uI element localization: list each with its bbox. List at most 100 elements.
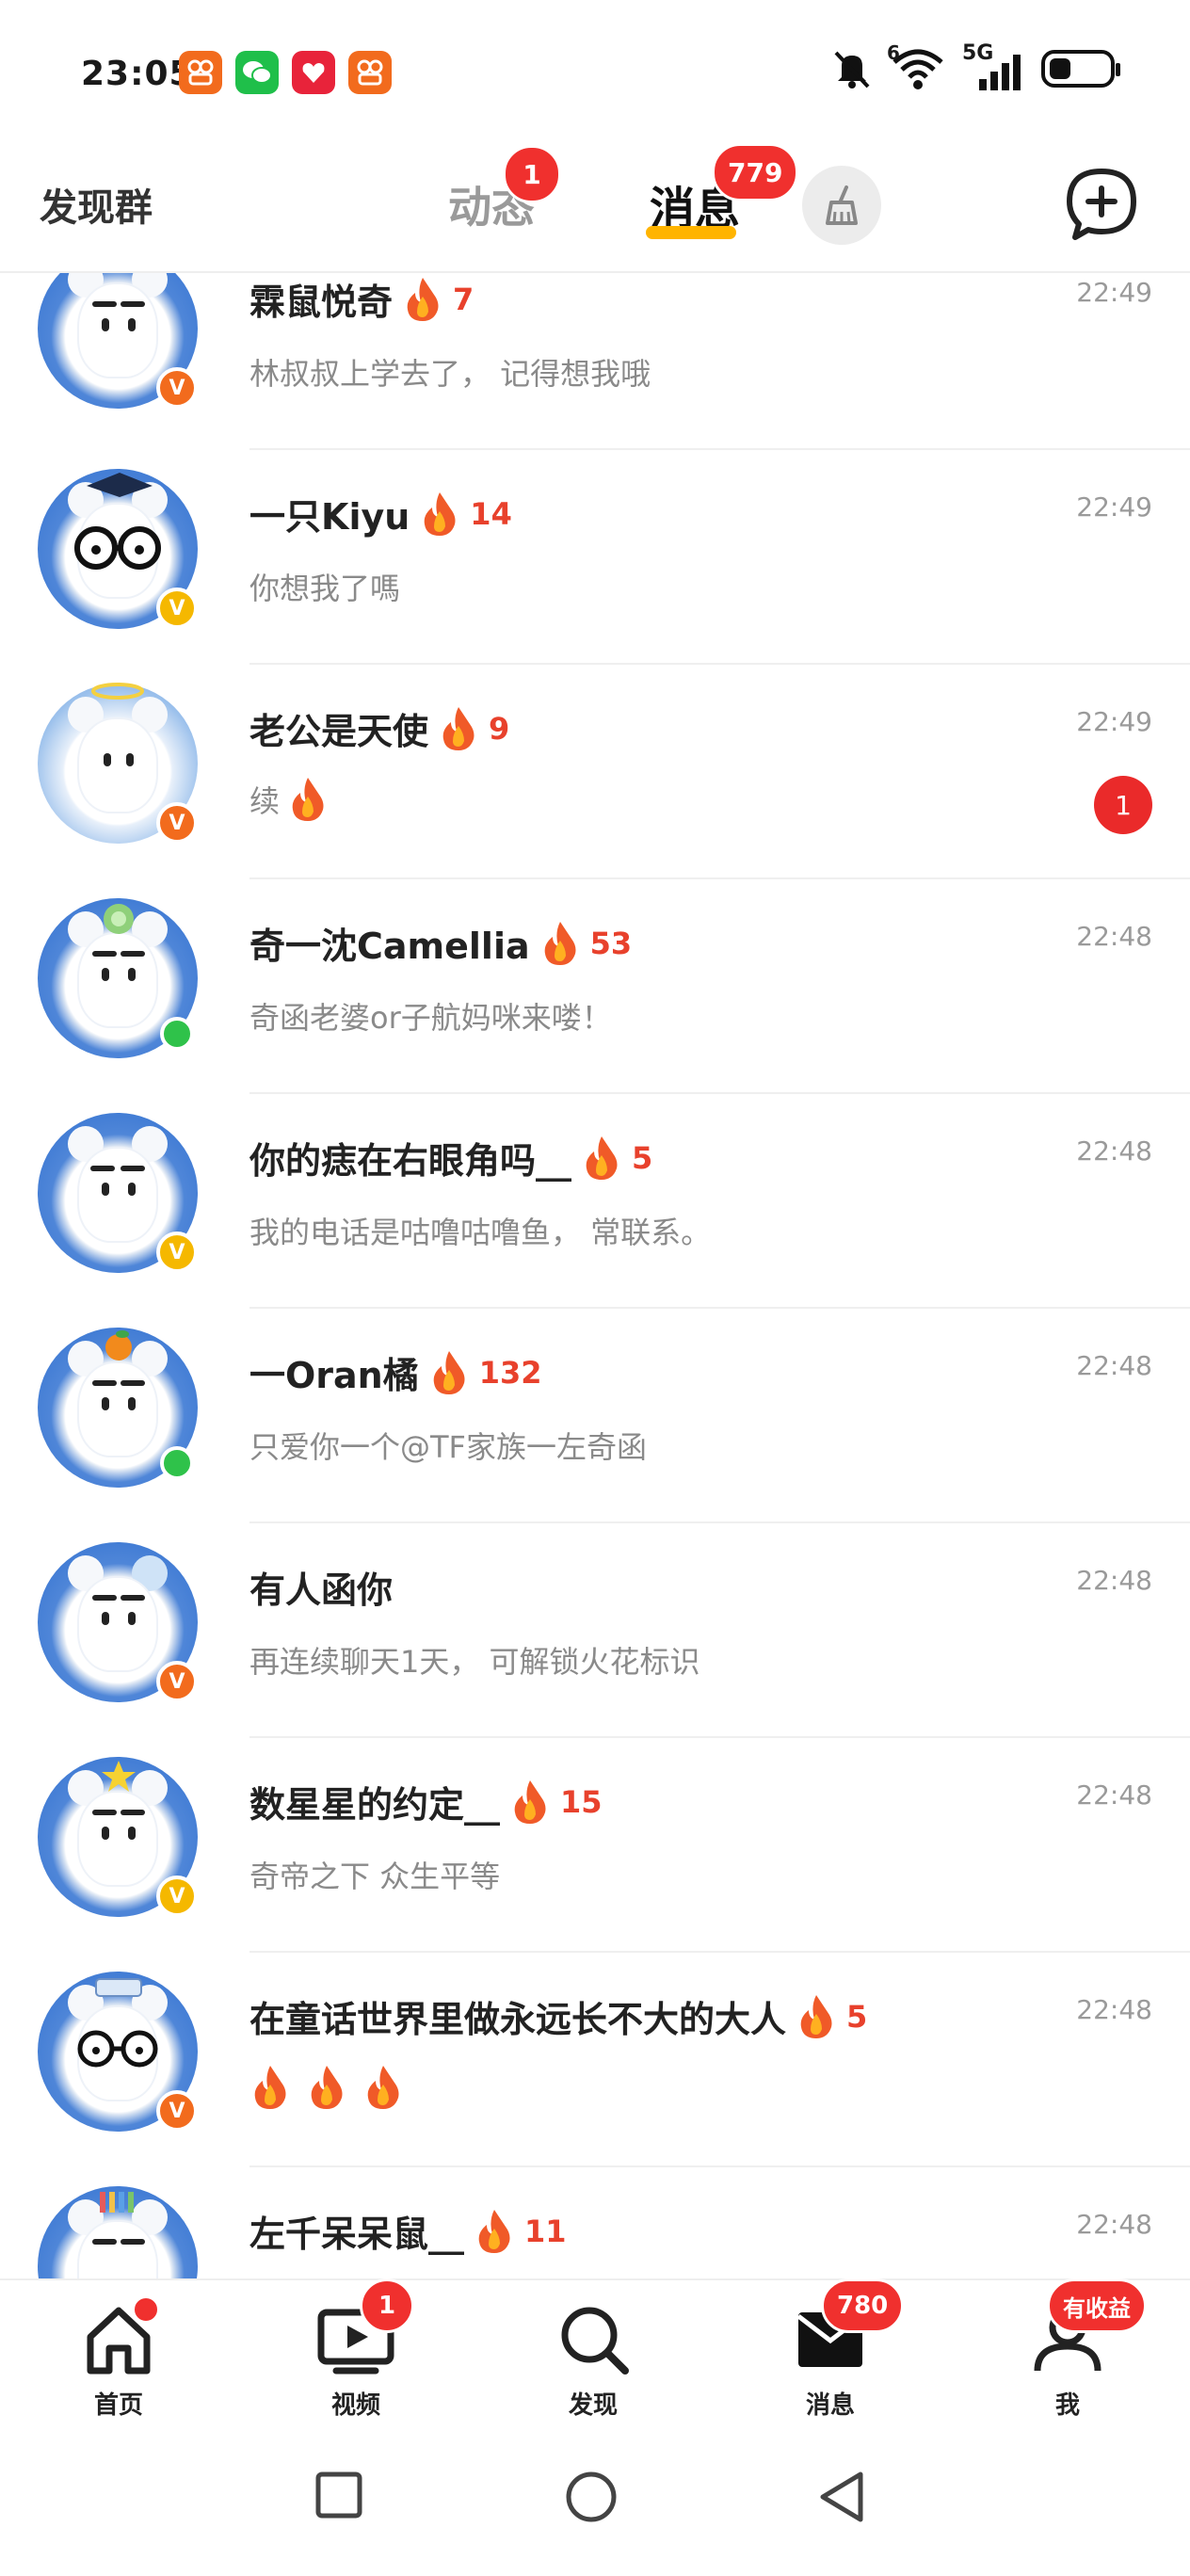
streak-count: 53 [589,925,633,961]
message-time: 22:48 [1076,1565,1152,1596]
conversation-row[interactable]: V 数星星的约定__ 15 奇帝之下 众生平等 22:48 [0,1738,1190,1953]
flame-icon [433,1350,465,1394]
nav-home[interactable]: 首页 [53,2295,185,2422]
nav-profile[interactable]: 有收益 我 [1002,2278,1147,2422]
online-status-dot [160,1017,194,1051]
unread-count-badge: 1 [1094,776,1152,834]
back-triangle-icon [820,2471,863,2522]
avatar: V [38,683,198,844]
streak-count: 132 [478,1354,542,1391]
silent-bell-icon [834,51,870,89]
start-chat-button[interactable] [1058,162,1145,249]
verified-badge-icon: V [156,1232,198,1273]
discover-group-link[interactable]: 发现群 [40,177,153,232]
system-navigation-bar [0,2429,1190,2576]
circle-icon [566,2471,617,2522]
app-notification-icon-2 [348,51,392,94]
contact-name: 一只Kiyu 14 [249,488,512,539]
streak-count: 14 [470,495,512,532]
message-time: 22:49 [1076,706,1152,737]
nav-discover[interactable]: 发现 [527,2299,659,2422]
message-time: 22:48 [1076,921,1152,952]
flame-icon [544,921,576,965]
nav-messages[interactable]: 780 消息 [764,2278,905,2422]
message-preview: 再连续聊天1天， 可解锁火花标识 [249,1644,700,1680]
flame-icon [800,1994,832,2038]
message-time: 22:49 [1076,491,1152,523]
app-notification-icon [179,51,222,94]
conversation-row[interactable]: V 在童话世界里做永远长不大的大人 5 22:48 [0,1953,1190,2167]
conversation-list: V 霖鼠悦奇 7 林叔叔上学去了， 记得想我哦 22:49 V 一只Kiyu 1… [0,273,1190,2278]
clear-unread-button[interactable] [802,166,881,245]
message-preview: 只爱你一个@TF家族一左奇函 [249,1429,647,1465]
flame-icon [478,2209,510,2253]
add-chat-icon [1067,169,1136,240]
conversation-row[interactable]: V 有人函你 再连续聊天1天， 可解锁火花标识 22:48 [0,1523,1190,1738]
contact-name: 老公是天使 9 [249,702,509,754]
avatar: V [38,1757,198,1917]
nav-discover-label: 发现 [568,2391,618,2420]
flame-icon [407,277,439,321]
flame-emoji-icon [292,778,324,821]
tab-messages-badge: 779 [712,143,799,201]
nav-video[interactable]: 1 视频 [290,2278,422,2422]
streak-count: 5 [846,1998,868,2035]
conversation-row[interactable]: V 你的痣在右眼角吗__ 5 我的电话是咕噜咕噜鱼， 常联系。 22:48 [0,1094,1190,1309]
recent-apps-button[interactable] [313,2469,365,2525]
video-badge: 1 [360,2278,414,2333]
flame-emoji-icon [254,2066,286,2109]
verified-badge-icon: V [156,2090,198,2132]
flame-icon [442,706,474,750]
conversation-row[interactable]: 一Oran橘 132 只爱你一个@TF家族一左奇函 22:48 [0,1309,1190,1523]
conversation-row[interactable]: 左千呆呆鼠__ 11 22:48 [0,2167,1190,2278]
broom-icon [826,185,858,225]
contact-name: 左千呆呆鼠__ 11 [249,2205,567,2257]
sim-slot-label: 6 [887,41,900,64]
earnings-badge: 有收益 [1047,2278,1147,2333]
nav-messages-label: 消息 [805,2391,855,2420]
conversation-row[interactable]: V 霖鼠悦奇 7 林叔叔上学去了， 记得想我哦 22:49 [0,273,1190,450]
top-tab-bar: 发现群 动态 1 消息 779 [0,141,1190,273]
messages-badge: 780 [821,2278,905,2333]
online-status-dot [160,1446,194,1480]
status-right-icons: 6 5G [830,41,1120,90]
wifi-icon: 6 [887,41,945,90]
streak-count: 5 [632,1139,653,1176]
message-preview: 续 [249,776,329,823]
message-preview: 我的电话是咕噜咕噜鱼， 常联系。 [249,1215,712,1250]
wechat-icon [235,51,279,94]
verified-badge-icon: V [156,1661,198,1702]
message-time: 22:48 [1076,1350,1152,1381]
back-button[interactable] [815,2469,868,2529]
home-system-button[interactable] [563,2469,619,2529]
nav-video-label: 视频 [330,2391,380,2420]
avatar: V [38,1972,198,2132]
search-icon [561,2307,629,2375]
status-bar: 23:05 6 5G [0,0,1190,141]
home-notification-dot [132,2295,160,2324]
contact-name: 在童话世界里做永远长不大的大人 5 [249,1990,867,2042]
shopping-app-icon [292,51,335,94]
contact-name: 有人函你 [249,1570,394,1611]
tab-dynamic-badge: 1 [503,145,561,203]
contact-name: 霖鼠悦奇 7 [249,273,474,325]
active-tab-indicator [646,226,736,239]
flame-icon [586,1135,618,1180]
contact-name: 奇一沈Camellia 53 [249,917,632,969]
message-preview-emojis [249,2064,404,2111]
message-time: 22:48 [1076,1994,1152,2025]
message-preview: 奇函老婆or子航妈咪来喽！ [249,1000,612,1036]
conversation-row[interactable]: V 一只Kiyu 14 你想我了嗎 22:49 [0,450,1190,665]
streak-count: 9 [489,710,510,747]
bottom-navigation: 首页 1 视频 发现 780 消息 有收益 我 [0,2278,1190,2429]
avatar [38,1328,198,1488]
avatar: V [38,1542,198,1702]
verified-badge-icon: V [156,1876,198,1917]
message-preview: 奇帝之下 众生平等 [249,1859,501,1894]
conversation-row[interactable]: V 老公是天使 9 续 22:49 1 [0,665,1190,879]
streak-count: 7 [453,281,474,317]
contact-name: 数星星的约定__ 15 [249,1776,603,1827]
conversation-row[interactable]: 奇一沈Camellia 53 奇函老婆or子航妈咪来喽！ 22:48 [0,879,1190,1094]
battery-icon [1041,50,1120,88]
message-time: 22:48 [1076,1135,1152,1167]
